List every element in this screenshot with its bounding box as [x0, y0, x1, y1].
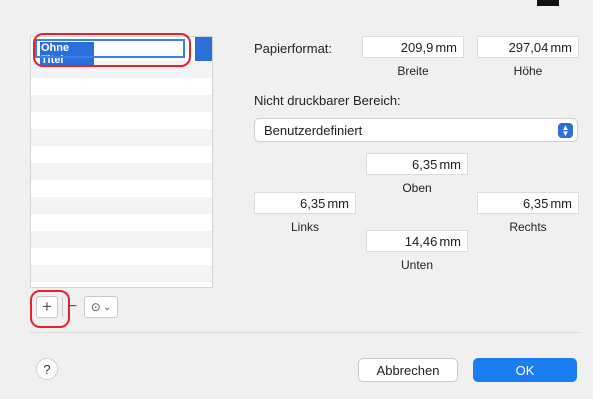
paper-height-value: 297,04 [508, 39, 549, 55]
list-item [31, 180, 212, 197]
help-button[interactable]: ? [36, 358, 58, 380]
list-item [31, 129, 212, 146]
list-item-selected[interactable]: Ohne Titel [31, 37, 212, 66]
popup-arrows-icon: ▲ ▼ [558, 123, 573, 138]
remove-button[interactable]: − [62, 297, 82, 317]
margins-section-label: Nicht druckbarer Bereich: [254, 93, 401, 108]
help-icon: ? [43, 361, 51, 377]
chevron-down-icon: ⌄ [102, 301, 112, 313]
paper-height-field[interactable]: 297,04 mm [477, 36, 579, 58]
action-menu-button[interactable]: ⊙ ⌄ [84, 296, 118, 318]
list-item [31, 231, 212, 248]
selection-highlight [195, 37, 212, 61]
margin-top-caption: Oben [402, 181, 432, 195]
window-edge-decoration [537, 0, 559, 6]
add-button[interactable]: + [36, 296, 58, 318]
list-item [31, 265, 212, 282]
name-edit-field[interactable]: Ohne Titel [35, 39, 185, 66]
footer-divider [30, 332, 580, 333]
margin-top-value: 6,35 [412, 156, 438, 172]
margin-bottom-unit: mm [439, 233, 461, 249]
margin-right-unit: mm [550, 195, 572, 211]
margin-bottom-field[interactable]: 14,46 mm [366, 230, 468, 252]
selected-name-text: Ohne Titel [40, 42, 94, 66]
paper-size-label: Papierformat: [254, 41, 333, 56]
margin-bottom-caption: Unten [400, 258, 434, 272]
paper-size-list[interactable]: Ohne Titel [30, 36, 213, 288]
margin-top-unit: mm [439, 156, 461, 172]
margin-right-field[interactable]: 6,35 mm [477, 192, 579, 214]
list-item [31, 95, 212, 112]
list-item [31, 78, 212, 95]
cancel-button[interactable]: Abbrechen [358, 358, 458, 382]
margin-left-caption: Links [290, 220, 319, 234]
paper-height-unit: mm [550, 39, 572, 55]
list-item [31, 197, 212, 214]
list-item [31, 214, 212, 231]
margin-bottom-value: 14,46 [404, 233, 438, 249]
action-icon: ⊙ [90, 300, 101, 314]
list-item [31, 112, 212, 129]
paper-width-caption: Breite [397, 64, 429, 78]
paper-width-value: 209,9 [400, 39, 434, 55]
paper-width-unit: mm [435, 39, 457, 55]
margin-right-caption: Rechts [509, 220, 547, 234]
list-item [31, 163, 212, 180]
ok-button[interactable]: OK [473, 358, 577, 382]
margin-left-value: 6,35 [300, 195, 326, 211]
margin-top-field[interactable]: 6,35 mm [366, 153, 468, 175]
margins-preset-select[interactable]: Benutzerdefiniert ▲ ▼ [254, 118, 578, 142]
list-button-bar: + − ⊙ ⌄ [36, 294, 118, 320]
paper-width-field[interactable]: 209,9 mm [362, 36, 464, 58]
list-item [31, 248, 212, 265]
paper-height-caption: Höhe [513, 64, 543, 78]
margin-right-value: 6,35 [523, 195, 549, 211]
minus-icon: − [67, 298, 78, 315]
margin-left-unit: mm [327, 195, 349, 211]
margins-preset-value: Benutzerdefiniert [264, 122, 363, 138]
plus-icon: + [42, 297, 52, 316]
margin-left-field[interactable]: 6,35 mm [254, 192, 356, 214]
list-item [31, 146, 212, 163]
